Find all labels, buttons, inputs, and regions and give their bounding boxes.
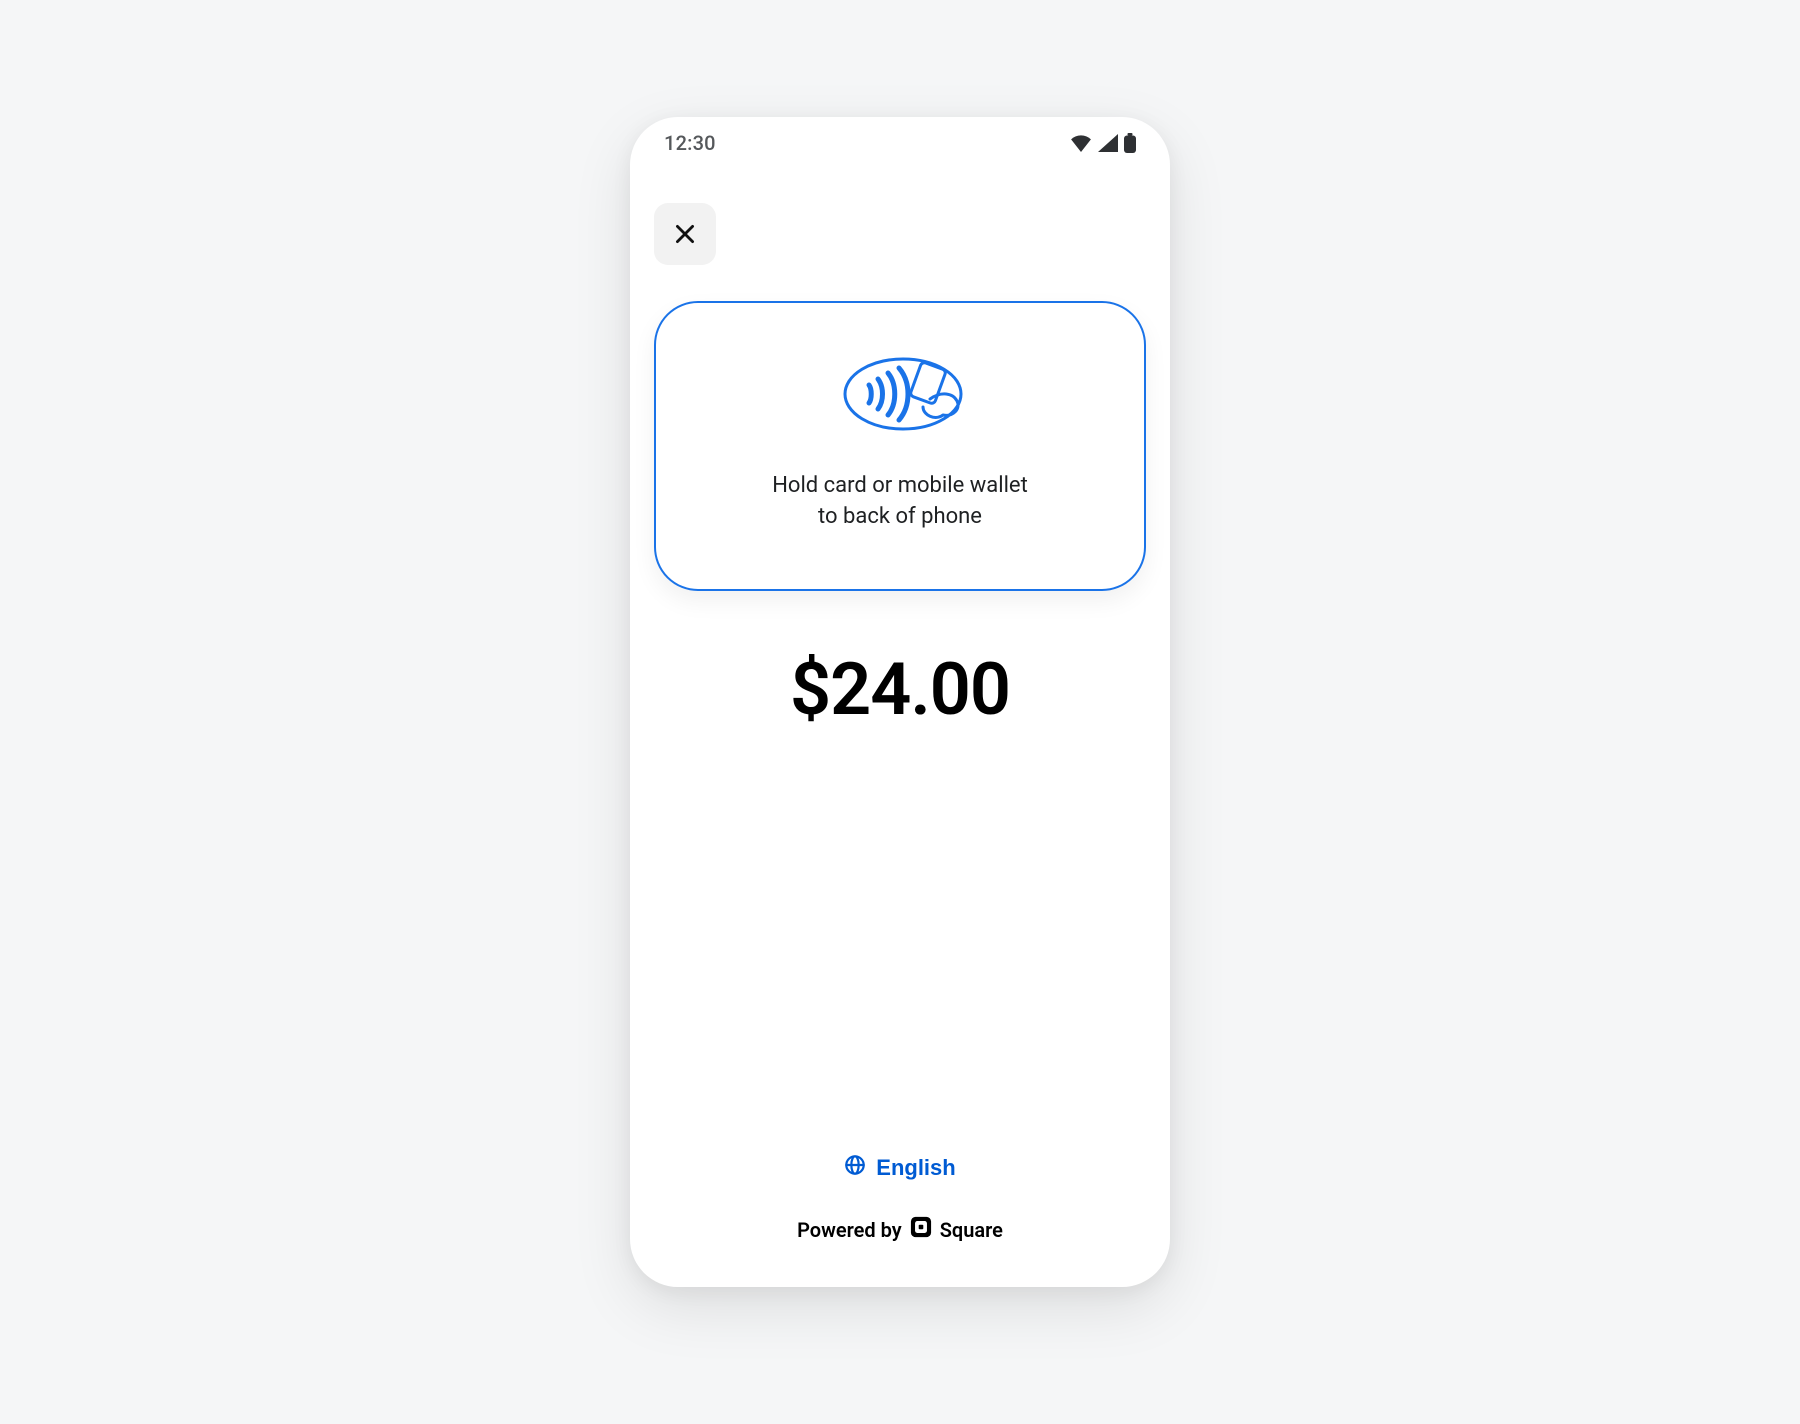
language-selector[interactable]: English: [844, 1154, 955, 1182]
powered-by: Powered by Square: [797, 1216, 1003, 1243]
battery-icon: [1124, 133, 1136, 153]
status-time: 12:30: [664, 131, 716, 155]
footer: English Powered by Square: [630, 1154, 1170, 1243]
status-bar: 12:30: [630, 117, 1170, 169]
contactless-instruction: Hold card or mobile wallet to back of ph…: [656, 471, 1144, 533]
wifi-icon: [1070, 134, 1092, 152]
globe-icon: [844, 1154, 866, 1182]
cellular-icon: [1098, 134, 1118, 152]
amount-wrap: $24.00: [630, 647, 1170, 732]
phone-frame: 12:30: [630, 117, 1170, 1287]
contactless-instruction-line2: to back of phone: [656, 502, 1144, 533]
close-button[interactable]: [654, 203, 716, 265]
contactless-prompt-card: Hold card or mobile wallet to back of ph…: [654, 301, 1146, 591]
status-icons: [1070, 133, 1136, 153]
stage: 12:30: [0, 0, 1800, 1424]
powered-by-brand: Square: [940, 1218, 1003, 1242]
top-bar: [630, 169, 1170, 265]
payment-amount: $24.00: [630, 647, 1170, 732]
contactless-instruction-line1: Hold card or mobile wallet: [656, 471, 1144, 502]
close-icon: [672, 221, 698, 247]
contactless-illustration: [656, 347, 1144, 441]
powered-by-prefix: Powered by: [797, 1218, 902, 1242]
language-label: English: [876, 1155, 955, 1181]
square-logo-icon: [910, 1216, 932, 1243]
